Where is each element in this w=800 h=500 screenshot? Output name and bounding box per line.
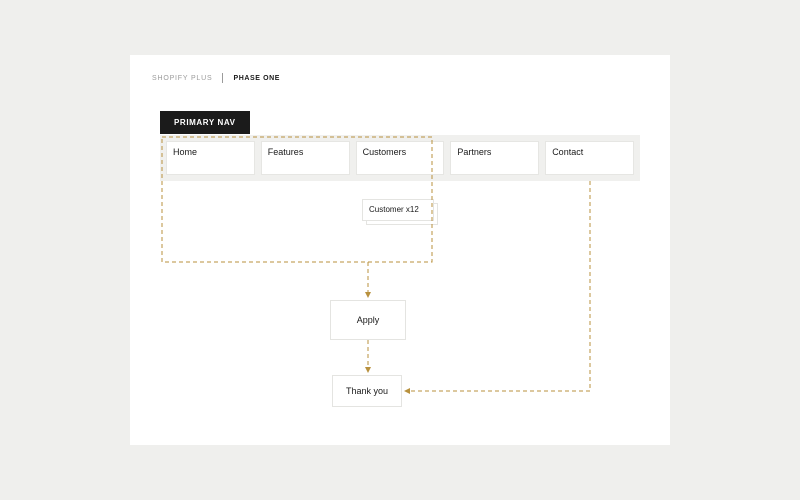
customer-card-label: Customer x12 [369,205,419,214]
thankyou-card[interactable]: Thank you [332,375,402,407]
nav-item-label: Home [173,147,197,157]
customer-card[interactable]: Customer x12 [362,199,434,221]
apply-label: Apply [357,315,380,325]
nav-item-label: Features [268,147,304,157]
nav-item-label: Customers [363,147,407,157]
badge-label: PRIMARY NAV [174,118,236,127]
apply-card[interactable]: Apply [330,300,406,340]
header-divider [222,73,223,83]
diagram-canvas: SHOPIFY PLUS PHASE ONE PRIMARY NAV Home … [130,55,670,445]
nav-item-label: Partners [457,147,491,157]
nav-item-partners[interactable]: Partners [450,141,539,175]
nav-item-label: Contact [552,147,583,157]
nav-item-contact[interactable]: Contact [545,141,634,175]
primary-nav-badge: PRIMARY NAV [160,111,250,134]
phase-label: PHASE ONE [233,75,280,82]
brand-label: SHOPIFY PLUS [152,75,212,82]
nav-item-features[interactable]: Features [261,141,350,175]
nav-strip: Home Features Customers Partners Contact [160,135,640,181]
header: SHOPIFY PLUS PHASE ONE [152,73,280,83]
nav-item-home[interactable]: Home [166,141,255,175]
thankyou-label: Thank you [346,386,388,396]
nav-item-customers[interactable]: Customers [356,141,445,175]
